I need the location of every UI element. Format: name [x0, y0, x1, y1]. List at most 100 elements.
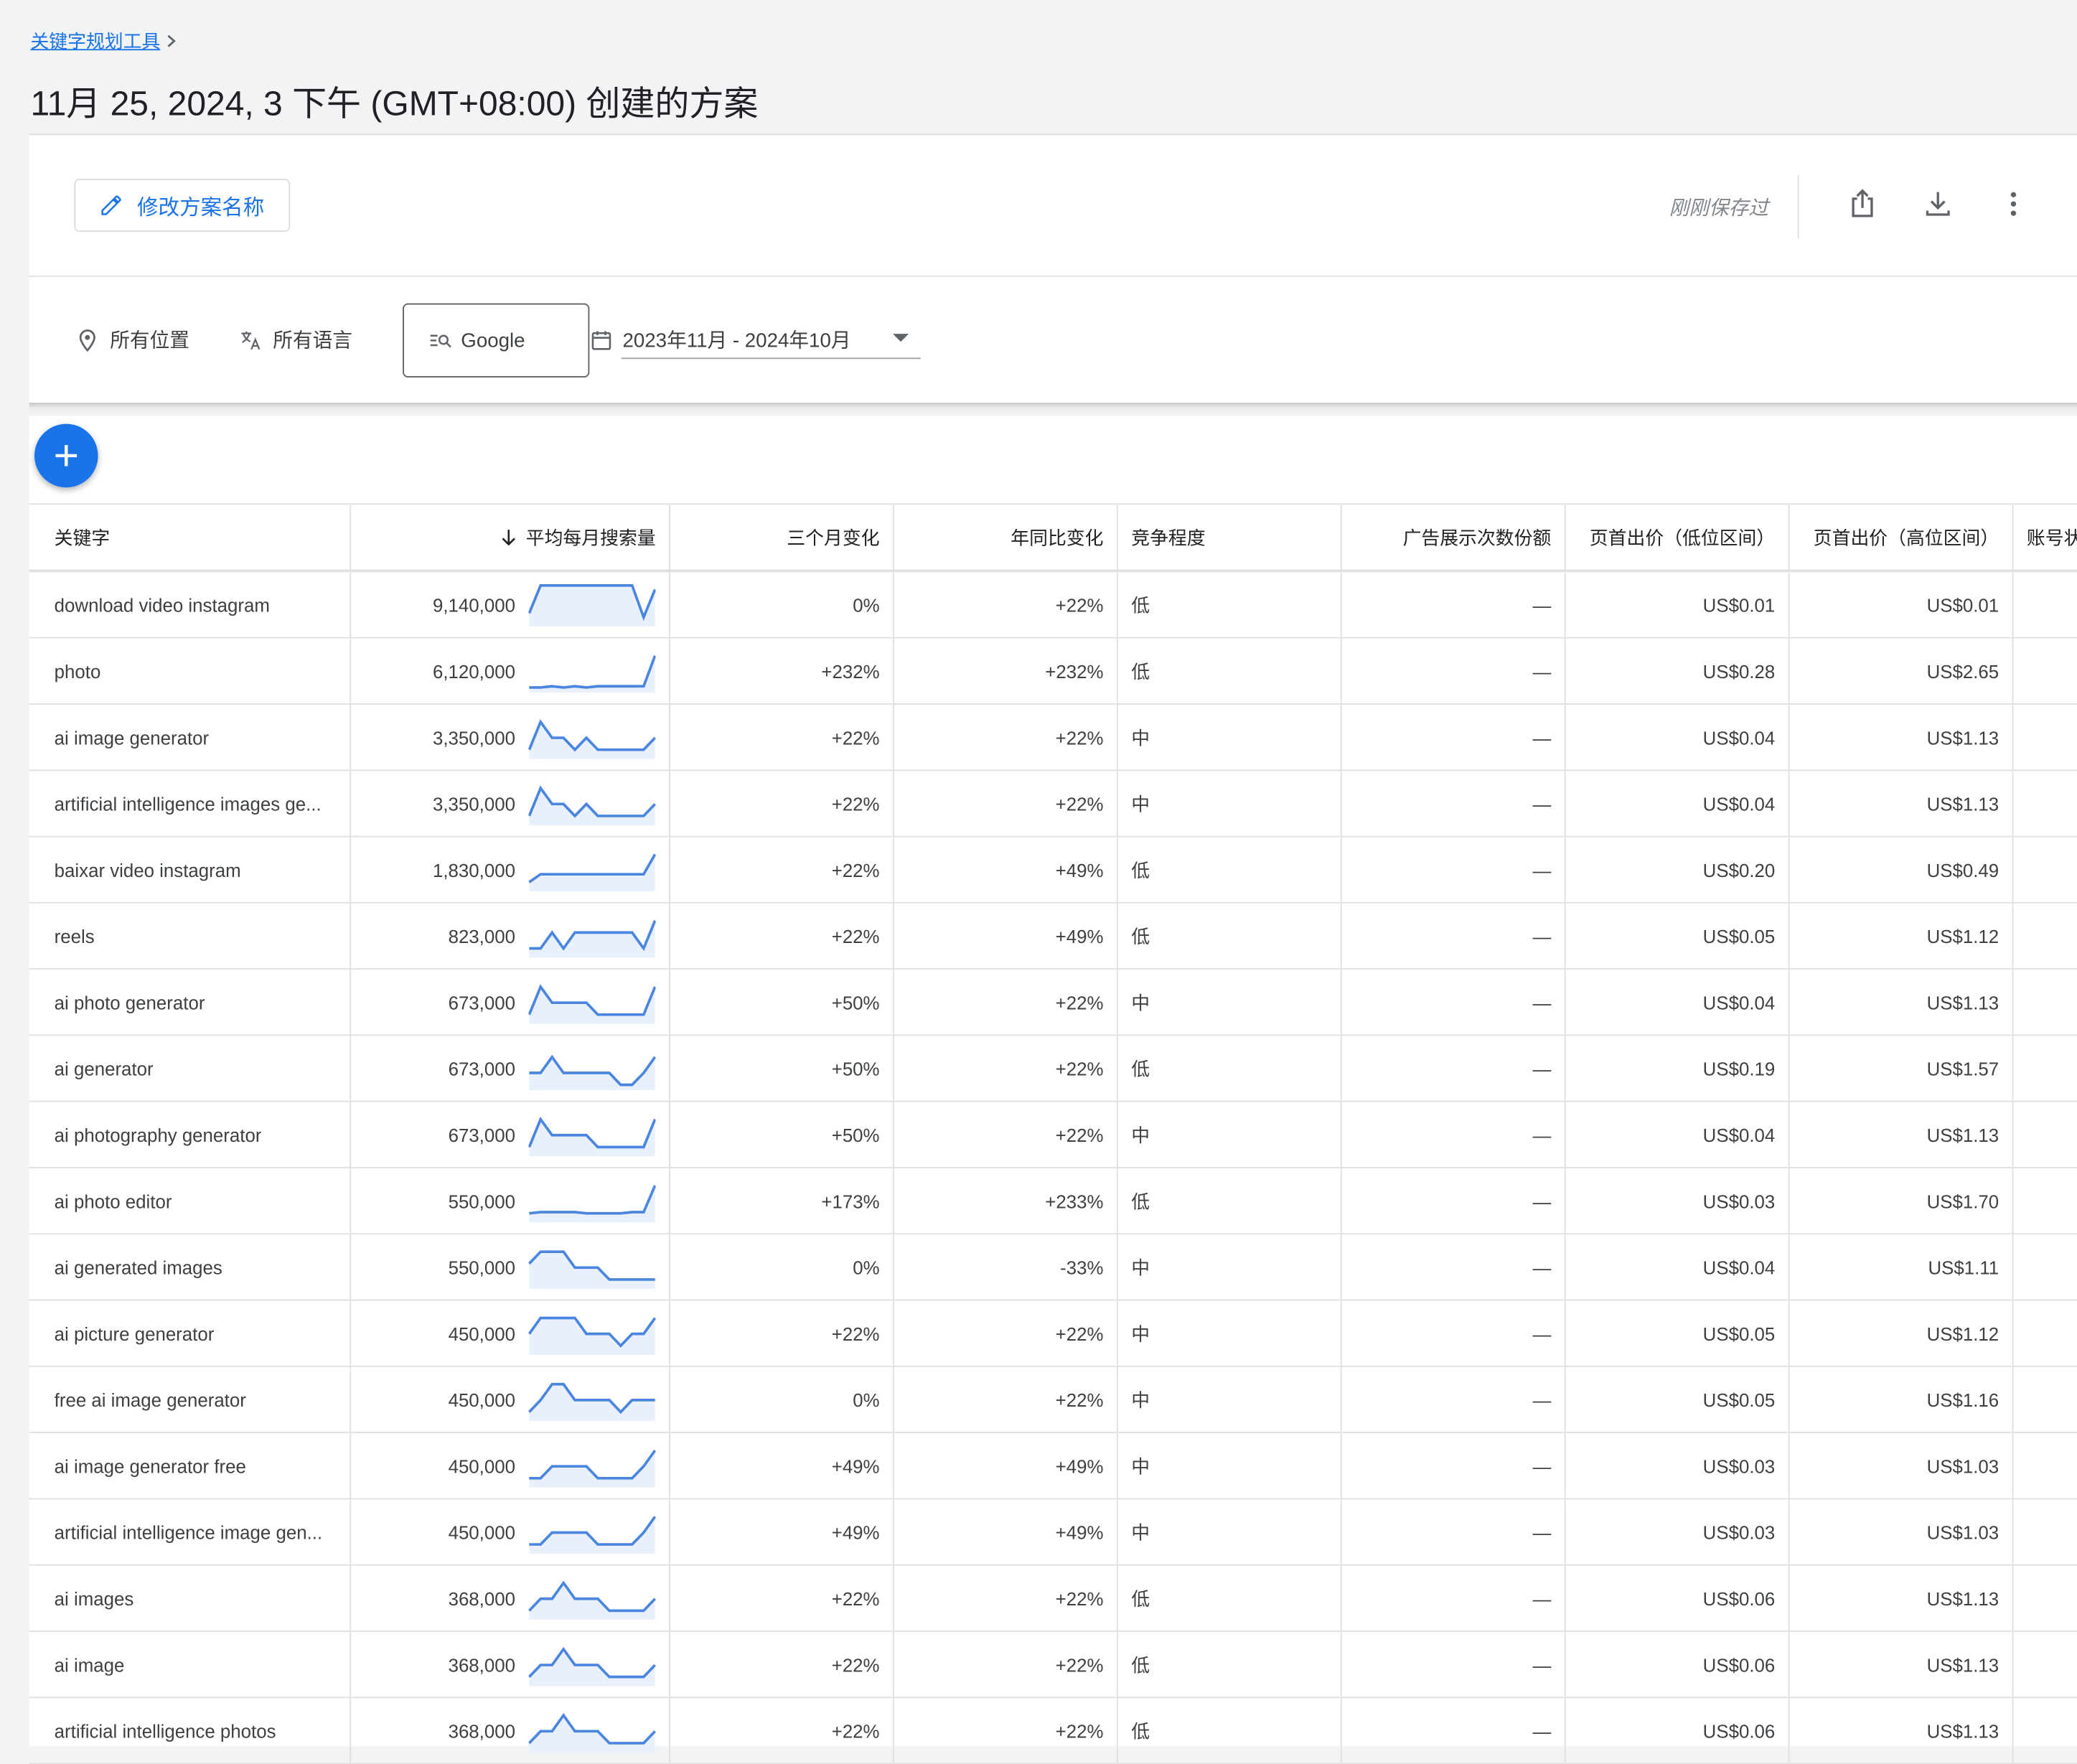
bid-low-cell: US$0.06 — [1566, 1565, 1790, 1631]
column-header-yoy-change[interactable]: 年同比变化 — [894, 505, 1118, 570]
app-root: 关键字规划工具 11月 25, 2024, 3 下午 (GMT+08:00) 创… — [0, 0, 2077, 1764]
table-row[interactable]: ai photography generator 673,000 +50% +22% 中… — [29, 1102, 2077, 1168]
trend-sparkline — [529, 1449, 656, 1487]
more-options-button[interactable] — [1995, 185, 2033, 222]
keyword-text: ai photo editor — [54, 1190, 172, 1211]
download-button[interactable] — [1919, 185, 1956, 222]
sparkline-area — [529, 1582, 655, 1620]
table-row[interactable]: artificial intelligence images ge... 3,35… — [29, 771, 2077, 838]
three-month-change-cell: +22% — [670, 837, 894, 902]
account-status-cell — [2013, 1102, 2077, 1167]
three-month-change-cell: +49% — [670, 1433, 894, 1498]
trend-sparkline — [529, 1184, 656, 1222]
bid-high-cell: US$1.16 — [1790, 1366, 2014, 1432]
search-network-label: Google — [461, 329, 525, 352]
table-row[interactable]: ai photo editor 550,000 +173% +233% 低 — US$0.0… — [29, 1168, 2077, 1235]
bid-low-cell: US$0.20 — [1566, 837, 1790, 902]
breadcrumb-keyword-planner-link[interactable]: 关键字规划工具 — [30, 28, 160, 55]
competition-cell: 中 — [1118, 1366, 1342, 1432]
avg-searches-cell: 550,000 — [351, 1234, 670, 1300]
avg-searches-value: 3,350,000 — [432, 726, 515, 748]
account-status-cell — [2013, 1566, 2077, 1631]
avg-searches-cell: 550,000 — [351, 1168, 670, 1234]
bid-high-cell: US$2.65 — [1790, 638, 2014, 704]
bid-high-cell: US$1.57 — [1790, 1036, 2014, 1101]
share-icon — [1852, 189, 1873, 217]
sparkline-area — [529, 584, 655, 627]
rename-plan-button[interactable]: 修改方案名称 — [74, 179, 291, 232]
account-status-cell — [2013, 1632, 2077, 1697]
yoy-change-cell: +22% — [894, 1698, 1118, 1763]
trend-sparkline — [528, 853, 656, 891]
share-button[interactable] — [1844, 185, 1881, 222]
location-filter[interactable]: 所有位置 — [75, 326, 189, 354]
trend-sparkline — [528, 1315, 656, 1355]
keyword-text: reels — [54, 925, 95, 947]
keyword-text: ai image generator free — [54, 1455, 246, 1477]
language-filter[interactable]: 所有语言 — [238, 326, 352, 354]
dropdown-arrow-icon[interactable] — [893, 334, 909, 342]
keyword-text: ai photography generator — [54, 1124, 262, 1145]
table-row[interactable]: reels 823,000 +22% +49% 低 — US$0.05 US$1.12 — [29, 903, 2077, 970]
table-row[interactable]: ai photo generator 673,000 +50% +22% 中 — US$0.… — [29, 970, 2077, 1036]
avg-searches-cell: 6,120,000 — [351, 638, 670, 704]
impression-share-cell: — — [1342, 638, 1566, 704]
sparkline-area — [529, 1714, 655, 1752]
add-keyword-button[interactable] — [34, 423, 98, 488]
table-row[interactable]: ai generated images 550,000 0% -33% 中 — US$0.0… — [29, 1234, 2077, 1301]
competition-cell: 中 — [1118, 704, 1342, 770]
table-row[interactable]: ai images 368,000 +22% +22% 低 — US$0.06 US$1.13 — [29, 1565, 2077, 1632]
three-month-change-cell: 0% — [670, 1234, 894, 1300]
three-month-change-cell: +50% — [670, 1102, 894, 1168]
table-row[interactable]: ai image generator 3,350,000 +22% +22% 中 — US$… — [29, 704, 2077, 771]
column-header-account-status[interactable]: 账号状 — [2013, 505, 2077, 569]
keyword-cell: ai photo generator — [29, 970, 352, 1035]
date-range-underline — [621, 357, 921, 360]
three-month-change-cell: +173% — [670, 1168, 894, 1234]
avg-searches-value: 6,120,000 — [432, 660, 515, 682]
keyword-cell: ai picture generator — [29, 1300, 352, 1366]
table-row[interactable]: ai generator 673,000 +50% +22% 低 — US$0.19 US$1… — [29, 1036, 2077, 1102]
table-row[interactable]: free ai image generator 450,000 0% +22% 中 — US… — [29, 1366, 2077, 1434]
competition-cell: 低 — [1118, 1631, 1342, 1697]
table-row[interactable]: artificial intelligence image gen... 450,… — [29, 1499, 2077, 1566]
competition-cell: 中 — [1118, 1102, 1342, 1168]
table-row[interactable]: artificial intelligence photos 368,000 +22… — [29, 1698, 2077, 1764]
bid-low-cell: US$0.03 — [1566, 1433, 1790, 1498]
account-status-cell — [2013, 1433, 2077, 1498]
bid-high-cell: US$1.13 — [1790, 1631, 2014, 1697]
column-header-bid-low[interactable]: 页首出价（低位区间） — [1566, 505, 1790, 570]
avg-searches-value: 673,000 — [448, 1124, 515, 1145]
competition-cell: 中 — [1118, 1300, 1342, 1366]
avg-searches-cell: 450,000 — [351, 1433, 670, 1498]
avg-searches-cell: 9,140,000 — [351, 572, 670, 637]
table-row[interactable]: ai picture generator 450,000 +22% +22% 中 — US$… — [29, 1300, 2077, 1367]
download-icon — [1926, 192, 1950, 216]
table-row[interactable]: photo 6,120,000 +232% +232% 低 — US$0.28 US$2.65 — [29, 638, 2077, 705]
avg-searches-value: 673,000 — [448, 991, 515, 1013]
column-header-competition[interactable]: 竞争程度 — [1118, 505, 1342, 570]
keyword-text: free ai image generator — [54, 1389, 246, 1410]
column-header-bid-high[interactable]: 页首出价（高位区间） — [1790, 505, 2014, 570]
yoy-change-cell: -33% — [894, 1234, 1118, 1300]
search-network-filter[interactable]: Google — [403, 303, 590, 378]
column-header-keyword[interactable]: 关键字 — [29, 505, 352, 570]
keyword-cell: ai image generator — [29, 704, 352, 770]
column-header-impression-share[interactable]: 广告展示次数份额 — [1342, 505, 1566, 570]
bid-low-cell: US$0.06 — [1566, 1631, 1790, 1697]
bid-high-cell: US$1.13 — [1790, 771, 2014, 836]
table-row[interactable]: ai image 368,000 +22% +22% 低 — US$0.06 US$1.13 — [29, 1631, 2077, 1699]
table-row[interactable]: download video instagram 9,140,000 0% +22% 低… — [29, 572, 2077, 639]
column-header-three-month-change[interactable]: 三个月变化 — [670, 505, 894, 570]
sparkline-area — [529, 787, 655, 825]
rename-plan-label: 修改方案名称 — [137, 197, 265, 220]
yoy-change-cell: +49% — [894, 837, 1118, 902]
avg-searches-cell: 450,000 — [351, 1366, 670, 1432]
date-range-filter[interactable]: 2023年11月 - 2024年10月 — [591, 326, 851, 354]
table-row[interactable]: baixar video instagram 1,830,000 +22% +49% 低… — [29, 837, 2077, 904]
competition-cell: 低 — [1118, 1698, 1342, 1763]
impression-share-cell: — — [1342, 837, 1566, 902]
bid-high-cell: US$1.70 — [1790, 1168, 2014, 1234]
column-header-avg-monthly-searches[interactable]: 平均每月搜索量 — [351, 505, 670, 570]
table-row[interactable]: ai image generator free 450,000 +49% +49% 中 —… — [29, 1433, 2077, 1500]
